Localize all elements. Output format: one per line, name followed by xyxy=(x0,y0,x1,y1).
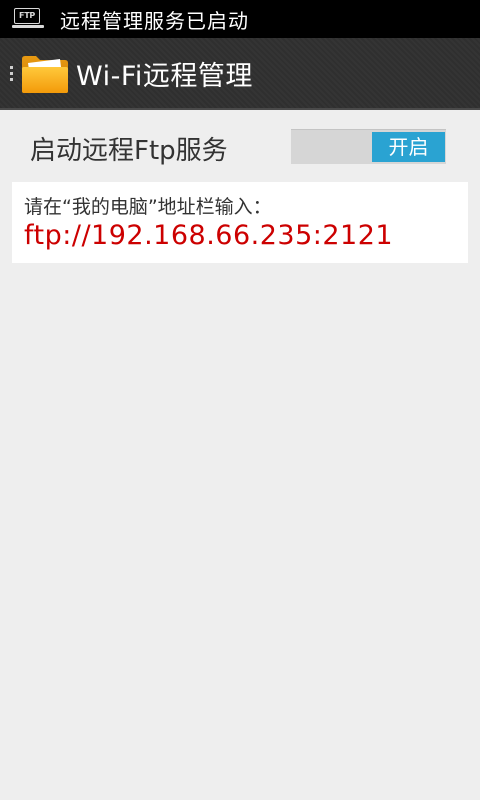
ftp-notification-icon: FTP xyxy=(12,8,46,30)
action-bar: Wi-Fi远程管理 xyxy=(0,38,480,110)
app-title: Wi-Fi远程管理 xyxy=(76,60,253,92)
ftp-service-label: 启动远程Ftp服务 xyxy=(30,136,228,166)
status-bar: FTP 远程管理服务已启动 xyxy=(0,0,480,38)
ftp-icon-label: FTP xyxy=(14,8,40,24)
toggle-thumb[interactable]: 开启 xyxy=(372,132,445,162)
address-hint-text: 请在“我的电脑”地址栏输入： xyxy=(24,196,272,218)
menu-dots-icon[interactable] xyxy=(10,65,14,81)
ftp-service-toggle[interactable]: 开启 xyxy=(291,129,446,164)
status-notification-text: 远程管理服务已启动 xyxy=(60,8,249,33)
folder-icon[interactable] xyxy=(20,51,70,95)
ftp-info-card: 请在“我的电脑”地址栏输入： ftp://192.168.66.235:2121 xyxy=(12,182,468,263)
ftp-address-text: ftp://192.168.66.235:2121 xyxy=(24,220,394,251)
ftp-service-row: 启动远程Ftp服务 开启 xyxy=(0,112,480,182)
